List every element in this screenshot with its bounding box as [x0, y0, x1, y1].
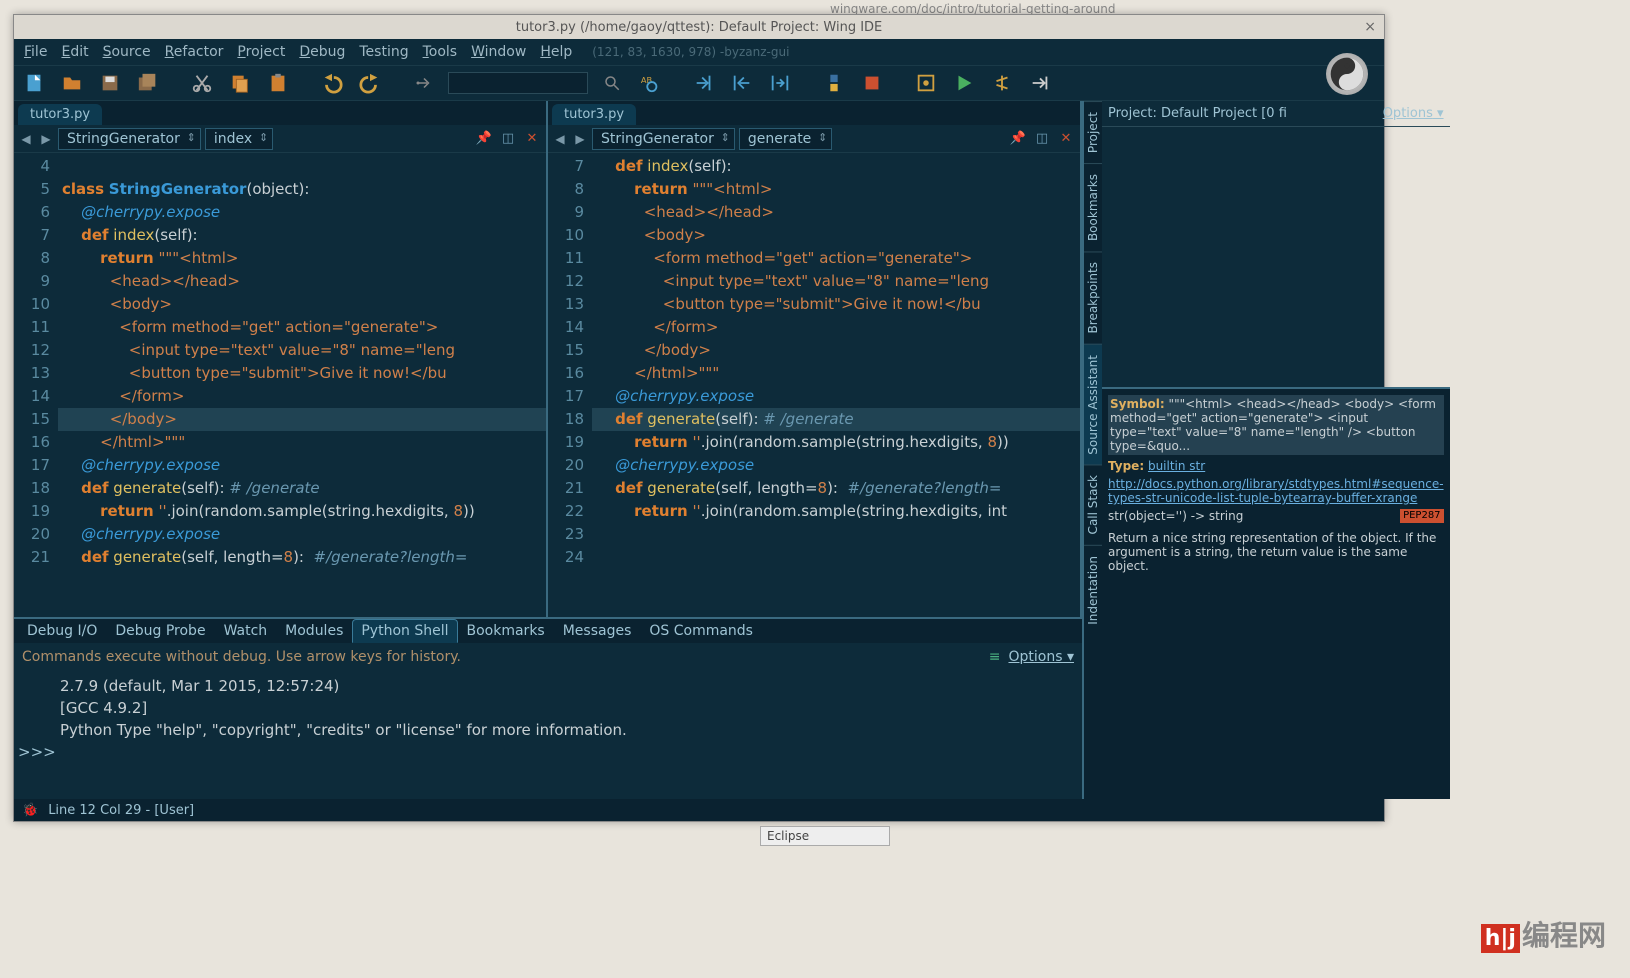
nav-fwd-icon[interactable]: ▶: [572, 131, 588, 147]
bug-icon[interactable]: 🐞: [22, 803, 38, 818]
python-icon[interactable]: [820, 69, 848, 97]
editor-pane-left: tutor3.py ◀ ▶ StringGenerator index 📌 ◫ …: [14, 101, 548, 617]
class-selector-left[interactable]: StringGenerator: [58, 128, 201, 150]
window-close-icon[interactable]: ×: [1364, 19, 1376, 35]
paste-icon[interactable]: [264, 69, 292, 97]
menu-debug[interactable]: Debug: [299, 44, 345, 60]
vtab-bookmarks[interactable]: Bookmarks: [1084, 163, 1102, 251]
project-options[interactable]: Options ▾: [1383, 106, 1444, 121]
breakpoint-icon[interactable]: [912, 69, 940, 97]
menubar: File Edit Source Refactor Project Debug …: [14, 39, 1384, 65]
open-file-icon[interactable]: [58, 69, 86, 97]
continue-icon[interactable]: [1026, 69, 1054, 97]
ide-window: tutor3.py (/home/gaoy/qttest): Default P…: [13, 14, 1385, 822]
cursor-position: Line 12 Col 29 - [User]: [48, 803, 194, 818]
bottom-tab-watch[interactable]: Watch: [215, 619, 277, 643]
wing-logo-icon: [1326, 53, 1368, 95]
pin-icon[interactable]: 📌: [476, 131, 492, 147]
right-vtabs: ProjectBookmarksBreakpointsSource Assist…: [1084, 101, 1102, 799]
vtab-breakpoints[interactable]: Breakpoints: [1084, 251, 1102, 343]
pin-icon[interactable]: 📌: [1010, 131, 1026, 147]
menu-tools[interactable]: Tools: [423, 44, 458, 60]
menu-edit[interactable]: Edit: [61, 44, 88, 60]
copy-icon[interactable]: [226, 69, 254, 97]
bottom-tabs: Debug I/ODebug ProbeWatchModulesPython S…: [14, 619, 1082, 643]
member-selector-left[interactable]: index: [205, 128, 273, 150]
save-all-icon[interactable]: [134, 69, 162, 97]
vtab-indentation[interactable]: Indentation: [1084, 545, 1102, 635]
window-title: tutor3.py (/home/gaoy/qttest): Default P…: [516, 20, 883, 35]
taskbar-eclipse[interactable]: Eclipse: [760, 826, 890, 846]
nav-back-icon[interactable]: ◀: [552, 131, 568, 147]
project-title: Project: Default Project [0 fi: [1108, 106, 1287, 121]
menu-project[interactable]: Project: [237, 44, 285, 60]
stop-icon[interactable]: [858, 69, 886, 97]
search-input[interactable]: [448, 72, 588, 94]
menu-window[interactable]: Window: [471, 44, 526, 60]
file-tab-right[interactable]: tutor3.py: [552, 104, 636, 125]
shell-options[interactable]: Options ▾: [1008, 649, 1074, 665]
pep-badge: PEP287: [1400, 509, 1443, 523]
toolbar: AB: [14, 65, 1384, 101]
watermark: h|j编程网: [1481, 914, 1606, 954]
vtab-source-assistant[interactable]: Source Assistant: [1084, 344, 1102, 465]
debug-icon[interactable]: [988, 69, 1016, 97]
menubar-extra: (121, 83, 1630, 978) -byzanz-gui: [592, 45, 789, 59]
project-tree[interactable]: [1102, 127, 1450, 387]
new-file-icon[interactable]: [20, 69, 48, 97]
split-icon[interactable]: ◫: [1034, 131, 1050, 147]
vtab-call-stack[interactable]: Call Stack: [1084, 464, 1102, 544]
class-selector-right[interactable]: StringGenerator: [592, 128, 735, 150]
run-icon[interactable]: [950, 69, 978, 97]
nav-back-icon[interactable]: ◀: [18, 131, 34, 147]
find-replace-icon[interactable]: AB: [636, 69, 664, 97]
shell-hint: Commands execute without debug. Use arro…: [22, 649, 461, 665]
bottom-tab-messages[interactable]: Messages: [554, 619, 641, 643]
titlebar: tutor3.py (/home/gaoy/qttest): Default P…: [14, 15, 1384, 39]
save-icon[interactable]: [96, 69, 124, 97]
search-icon[interactable]: [598, 69, 626, 97]
menu-testing[interactable]: Testing: [359, 44, 408, 60]
goto-icon[interactable]: [410, 69, 438, 97]
menu-source[interactable]: Source: [103, 44, 151, 60]
shell-config-icon[interactable]: ≡: [989, 649, 1001, 665]
nav-fwd-icon[interactable]: ▶: [38, 131, 54, 147]
pane-close-icon[interactable]: ✕: [1058, 131, 1074, 147]
cut-icon[interactable]: [188, 69, 216, 97]
vtab-project[interactable]: Project: [1084, 101, 1102, 163]
step-in-icon[interactable]: [690, 69, 718, 97]
step-out-icon[interactable]: [728, 69, 756, 97]
bottom-tab-os-commands[interactable]: OS Commands: [640, 619, 762, 643]
split-icon[interactable]: ◫: [500, 131, 516, 147]
menu-refactor[interactable]: Refactor: [165, 44, 224, 60]
menu-file[interactable]: File: [24, 44, 47, 60]
code-editor-right[interactable]: 789101112131415161718192021222324 def in…: [548, 153, 1080, 617]
type-link[interactable]: builtin str: [1148, 459, 1205, 473]
undo-icon[interactable]: [318, 69, 346, 97]
menu-help[interactable]: Help: [540, 44, 572, 60]
pane-close-icon[interactable]: ✕: [524, 131, 540, 147]
source-assistant: Symbol: """<html> <head></head> <body> <…: [1102, 387, 1450, 799]
step-over-icon[interactable]: [766, 69, 794, 97]
bottom-tab-bookmarks[interactable]: Bookmarks: [458, 619, 554, 643]
editor-pane-right: tutor3.py ◀ ▶ StringGenerator generate 📌…: [548, 101, 1082, 617]
statusbar: 🐞 Line 12 Col 29 - [User]: [14, 799, 1384, 821]
docs-link[interactable]: http://docs.python.org/library/stdtypes.…: [1108, 477, 1444, 505]
file-tab-left[interactable]: tutor3.py: [18, 104, 102, 125]
svg-text:AB: AB: [641, 75, 653, 85]
bottom-tab-modules[interactable]: Modules: [276, 619, 352, 643]
code-editor-left[interactable]: 456789101112131415161718192021 class Str…: [14, 153, 546, 617]
bottom-panel: Debug I/ODebug ProbeWatchModulesPython S…: [14, 619, 1082, 799]
redo-icon[interactable]: [356, 69, 384, 97]
python-shell[interactable]: >>> 2.7.9 (default, Mar 1 2015, 12:57:24…: [14, 671, 1082, 799]
member-selector-right[interactable]: generate: [739, 128, 832, 150]
bottom-tab-python-shell[interactable]: Python Shell: [352, 619, 457, 643]
bottom-tab-debug-probe[interactable]: Debug Probe: [106, 619, 214, 643]
bottom-tab-debug-i-o[interactable]: Debug I/O: [18, 619, 106, 643]
